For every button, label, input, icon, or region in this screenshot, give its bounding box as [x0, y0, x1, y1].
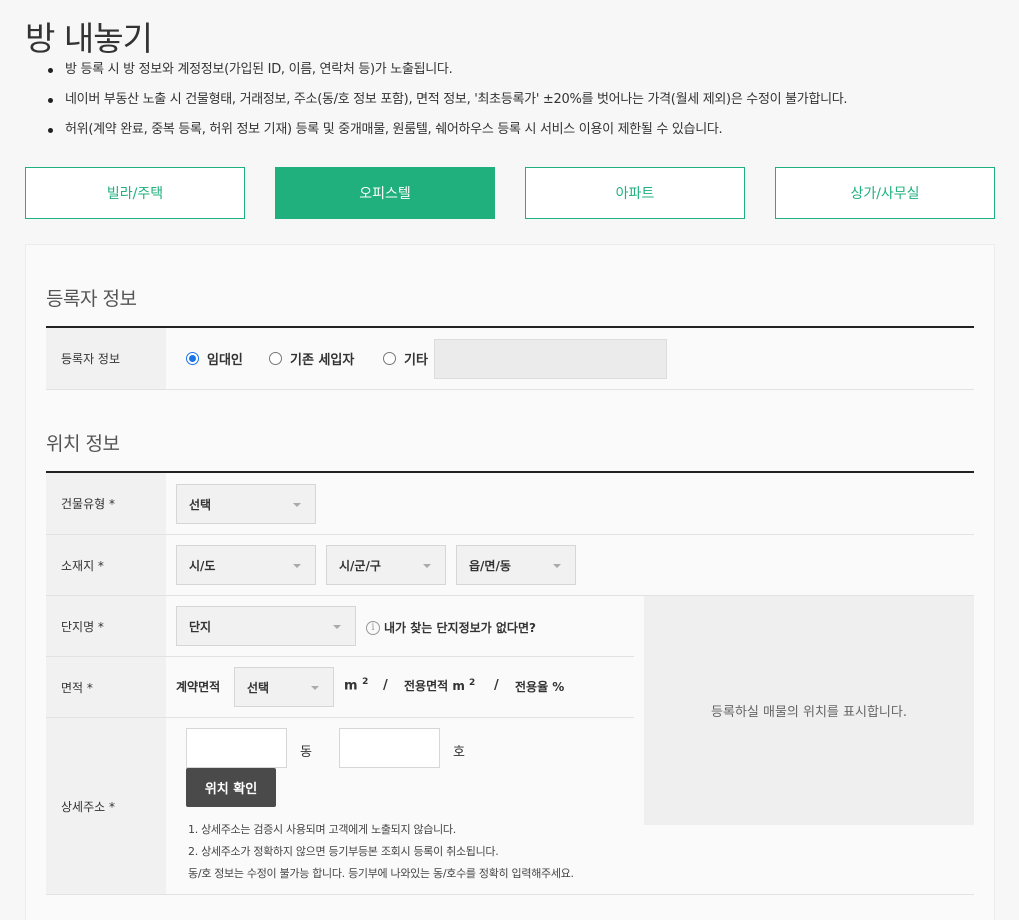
exclusive-ratio-label: 전용율 % — [515, 680, 565, 694]
notice-list: 방 등록 시 방 정보와 계정정보(가입된 ID, 이름, 연락처 등)가 노출… — [48, 60, 848, 150]
detail-note: 동/호 정보는 수정이 불가능 합니다. 등기부에 나와있는 동/호수를 정확히… — [188, 867, 574, 880]
select-value: 시/도 — [189, 558, 216, 573]
select-value: 시/군/구 — [339, 558, 381, 573]
row-divider — [46, 534, 974, 535]
radio-label: 기존 세입자 — [290, 353, 355, 368]
radio-existing-tenant[interactable]: 기존 세입자 — [269, 349, 354, 368]
detail-note: 1. 상세주소는 검증시 사용되며 고객에게 노출되지 않습니다. — [188, 823, 456, 836]
ho-input[interactable] — [339, 728, 440, 768]
chevron-down-icon — [293, 564, 301, 568]
page-title: 방 내놓기 — [25, 19, 153, 58]
notice-item: 허위(계약 완료, 중복 등록, 허위 정보 기재) 등록 및 중개매물, 원룸… — [48, 120, 847, 150]
dong-input[interactable] — [186, 728, 287, 768]
tab-villa-house[interactable]: 빌라/주택 — [25, 167, 245, 219]
detail-note: 2. 상세주소가 정확하지 않으면 등기부등본 조회시 등록이 취소됩니다. — [188, 845, 499, 858]
area-label: 면적 * — [46, 657, 166, 718]
sido-select[interactable]: 시/도 — [176, 545, 316, 585]
tab-store-office[interactable]: 상가/사무실 — [775, 167, 995, 219]
sigungu-select[interactable]: 시/군/구 — [326, 545, 446, 585]
radio-label: 임대인 — [207, 353, 243, 368]
exclusive-area-label: 전용면적 m 2 — [404, 678, 476, 693]
confirm-location-button[interactable]: 위치 확인 — [186, 768, 276, 807]
separator: / — [383, 678, 388, 693]
chevron-down-icon — [311, 686, 319, 690]
select-value: 단지 — [189, 619, 212, 634]
building-type-select[interactable]: 선택 — [176, 484, 316, 524]
notice-item: 네이버 부동산 노출 시 건물형태, 거래정보, 주소(동/호 정보 포함), … — [48, 90, 848, 120]
section-divider — [46, 471, 974, 473]
dong-unit: 동 — [300, 745, 312, 760]
map-placeholder-text: 등록하실 매물의 위치를 표시합니다. — [711, 705, 907, 720]
registrant-row-label: 등록자 정보 — [46, 328, 166, 389]
contract-area-label: 계약면적 — [176, 680, 221, 694]
chevron-down-icon — [423, 564, 431, 568]
ho-unit: 호 — [453, 745, 465, 760]
area-unit: m 2 — [344, 677, 369, 694]
radio-unselected-icon — [269, 352, 282, 365]
radio-unselected-icon — [383, 352, 396, 365]
other-input[interactable] — [434, 339, 667, 379]
tab-apartment[interactable]: 아파트 — [525, 167, 745, 219]
row-divider — [46, 389, 974, 390]
radio-selected-icon — [186, 352, 199, 365]
building-type-label: 건물유형 * — [46, 473, 166, 534]
select-value: 선택 — [247, 680, 270, 695]
address-label: 소재지 * — [46, 535, 166, 596]
chevron-down-icon — [333, 625, 341, 629]
map-placeholder[interactable]: 등록하실 매물의 위치를 표시합니다. — [644, 596, 974, 825]
info-icon: i — [366, 621, 380, 635]
eupmyeondong-select[interactable]: 읍/면/동 — [456, 545, 576, 585]
complex-select[interactable]: 단지 — [176, 606, 356, 646]
separator: / — [494, 678, 499, 693]
complex-help-link[interactable]: 내가 찾는 단지정보가 없다면? — [384, 619, 536, 636]
select-value: 선택 — [189, 497, 212, 512]
registrant-section-title: 등록자 정보 — [46, 288, 137, 310]
notice-item: 방 등록 시 방 정보와 계정정보(가입된 ID, 이름, 연락처 등)가 노출… — [48, 60, 847, 90]
detail-address-label: 상세주소 * — [46, 718, 166, 894]
tab-officetel[interactable]: 오피스텔 — [275, 167, 495, 219]
section-divider — [46, 326, 974, 328]
location-section-title: 위치 정보 — [46, 433, 120, 455]
radio-label: 기타 — [404, 353, 428, 368]
radio-other[interactable]: 기타 — [383, 349, 428, 368]
chevron-down-icon — [553, 564, 561, 568]
contract-area-select[interactable]: 선택 — [234, 667, 334, 707]
row-divider — [46, 894, 974, 895]
radio-landlord[interactable]: 임대인 — [186, 349, 243, 368]
select-value: 읍/면/동 — [469, 558, 511, 573]
complex-label: 단지명 * — [46, 596, 166, 657]
chevron-down-icon — [293, 503, 301, 507]
